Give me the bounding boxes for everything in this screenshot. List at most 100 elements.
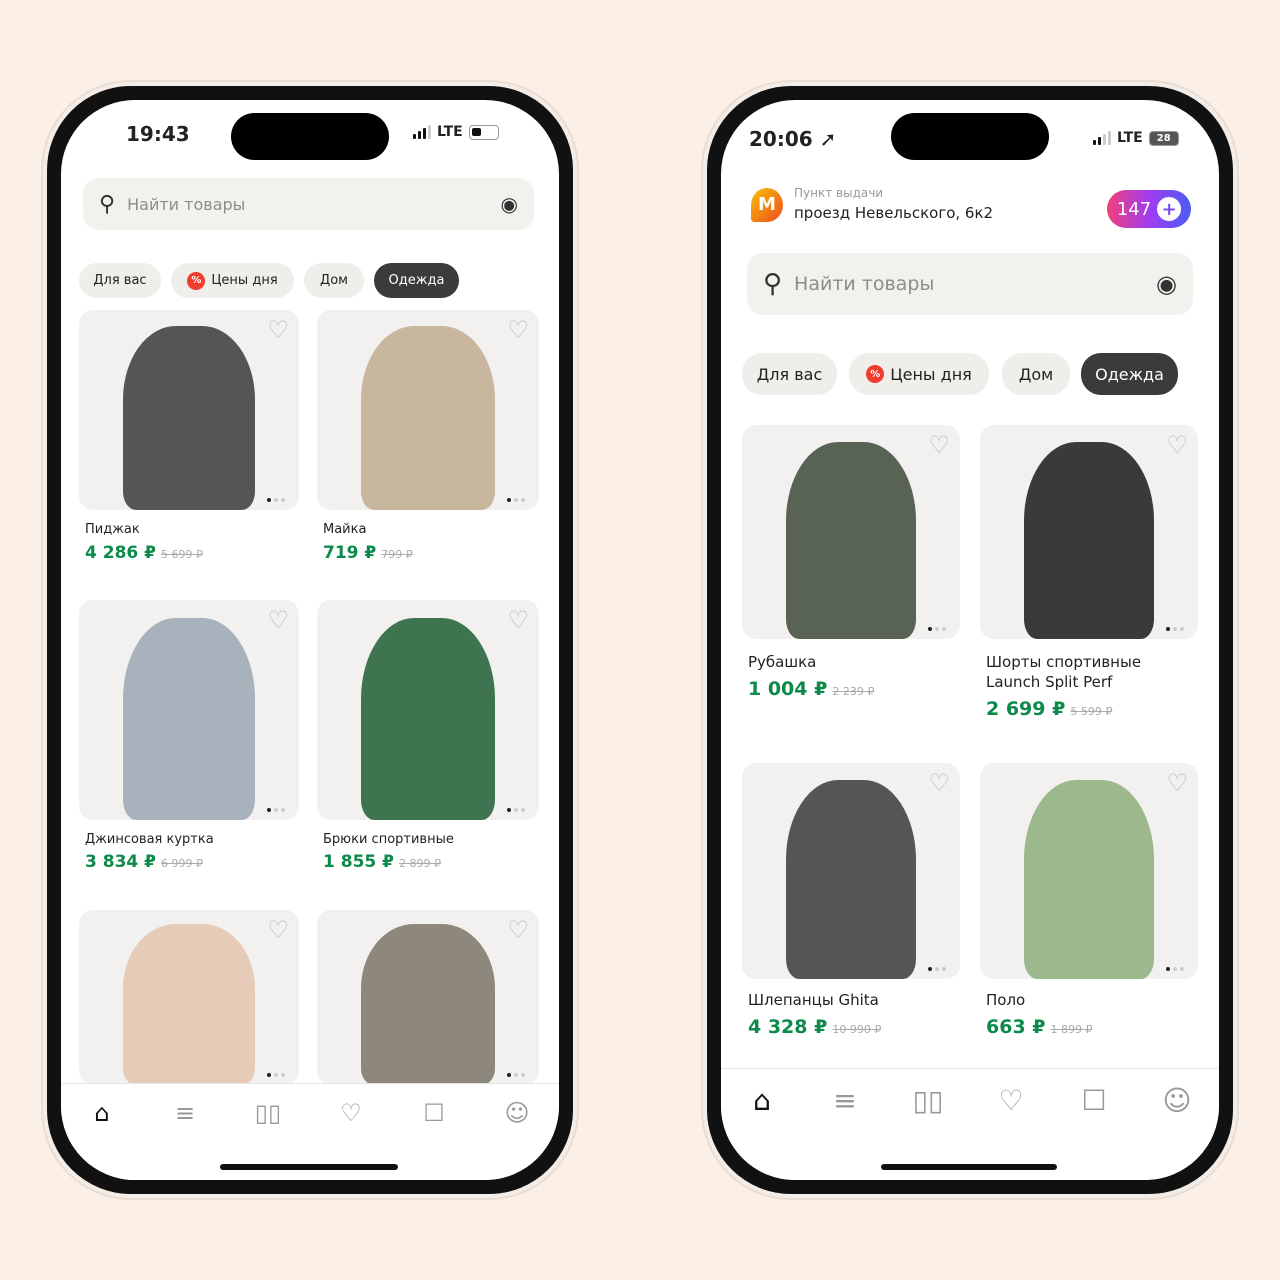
carousel-dots [1166, 627, 1184, 631]
chip-2[interactable]: Дом [1002, 353, 1070, 395]
chip-0[interactable]: Для вас [79, 263, 161, 298]
percent-icon: % [187, 271, 206, 290]
current-price: 4 286 ₽ [85, 543, 156, 563]
product-photo [361, 924, 495, 1085]
carousel-dots [928, 967, 946, 971]
favorite-heart-icon[interactable]: ♡ [1166, 433, 1188, 457]
product-title[interactable]: Шлепанцы Ghita [748, 990, 956, 1010]
tab-profile-icon[interactable]: ☺ [504, 1099, 529, 1127]
product-title[interactable]: Поло [986, 990, 1194, 1010]
market-logo-icon: M [751, 188, 783, 222]
product-image[interactable]: ♡ [980, 425, 1198, 639]
chip-1[interactable]: % Цены дня [849, 353, 989, 395]
battery-icon [468, 124, 499, 140]
current-price: 663 ₽ [986, 1016, 1046, 1038]
chip-3[interactable]: Одежда [374, 263, 459, 298]
product-title[interactable]: Джинсовая куртка [85, 830, 295, 850]
product-image[interactable]: ♡ [79, 910, 299, 1085]
product-photo [361, 617, 495, 820]
search-icon: ⚲ [763, 269, 783, 299]
tab-cart-icon[interactable]: ☐ [423, 1099, 445, 1127]
chip-label: Одежда [1095, 364, 1164, 384]
chip-3[interactable]: Одежда [1081, 353, 1178, 395]
product-title[interactable]: Шорты спортивные Launch Split Perf [986, 652, 1194, 692]
tab-cart-icon[interactable]: ☐ [1081, 1084, 1106, 1117]
points-count: 147 [1116, 198, 1152, 220]
product-image[interactable]: ♡ [317, 310, 539, 510]
product-price: 4 328 ₽ 10 990 ₽ [748, 1016, 881, 1038]
dynamic-island [231, 113, 389, 160]
right-phone-screen: 20:06 ➚ LTE 28 M Пункт выдачи проезд Нев… [721, 100, 1219, 1180]
product-photo [1023, 780, 1155, 979]
product-price: 719 ₽ 799 ₽ [323, 543, 413, 563]
chip-0[interactable]: Для вас [742, 353, 837, 395]
left-phone-screen: 19:43 LTE ⚲ Найти товары ◉ Для вас% Цены … [61, 100, 559, 1180]
chip-2[interactable]: Дом [304, 263, 364, 298]
carousel-dots [267, 1073, 285, 1077]
favorite-heart-icon[interactable]: ♡ [267, 918, 289, 942]
favorite-heart-icon[interactable]: ♡ [507, 318, 529, 342]
product-photo [123, 924, 255, 1085]
product-image[interactable]: ♡ [317, 910, 539, 1085]
favorite-heart-icon[interactable]: ♡ [507, 918, 529, 942]
current-price: 3 834 ₽ [85, 852, 156, 872]
favorite-heart-icon[interactable]: ♡ [267, 608, 289, 632]
percent-icon: % [866, 365, 885, 383]
tab-favorites-heart-icon[interactable]: ♡ [340, 1099, 362, 1127]
product-title[interactable]: Рубашка [748, 652, 956, 672]
product-price: 1 855 ₽ 2 899 ₽ [323, 852, 441, 872]
product-price: 1 004 ₽ 2 239 ₽ [748, 678, 874, 700]
current-price: 719 ₽ [323, 543, 377, 563]
plus-points-badge[interactable]: 147 + [1107, 190, 1191, 228]
camera-search-icon[interactable]: ◉ [1156, 270, 1177, 298]
camera-search-icon[interactable]: ◉ [501, 192, 518, 216]
product-title[interactable]: Пиджак [85, 520, 295, 540]
product-photo [361, 326, 495, 510]
current-price: 1 855 ₽ [323, 852, 394, 872]
product-image[interactable]: ♡ [980, 763, 1198, 979]
chip-label: Одежда [388, 273, 445, 288]
current-price: 4 328 ₽ [748, 1016, 828, 1038]
tab-compare-icon[interactable]: ▯▯ [913, 1084, 944, 1117]
product-image[interactable]: ♡ [317, 600, 539, 820]
old-price: 2 239 ₽ [832, 685, 875, 698]
tab-home-icon[interactable]: ⌂ [94, 1099, 109, 1127]
search-input[interactable]: ⚲ Найти товары ◉ [747, 253, 1193, 315]
pickup-address[interactable]: проезд Невельского, 6к2 [794, 204, 993, 222]
favorite-heart-icon[interactable]: ♡ [507, 608, 529, 632]
network-label: LTE [437, 124, 463, 140]
tab-favorites-heart-icon[interactable]: ♡ [998, 1084, 1023, 1117]
product-image[interactable]: ♡ [742, 763, 960, 979]
product-title[interactable]: Майка [323, 520, 535, 540]
favorite-heart-icon[interactable]: ♡ [928, 433, 950, 457]
signal-icon [413, 125, 431, 139]
product-price: 2 699 ₽ 5 599 ₽ [986, 698, 1112, 720]
search-input[interactable]: ⚲ Найти товары ◉ [83, 178, 534, 230]
signal-icon [1093, 131, 1111, 145]
product-photo [785, 442, 917, 639]
tab-catalog-search-icon[interactable]: ≡ [833, 1084, 856, 1117]
tab-profile-icon[interactable]: ☺ [1162, 1084, 1191, 1117]
product-image[interactable]: ♡ [79, 600, 299, 820]
favorite-heart-icon[interactable]: ♡ [267, 318, 289, 342]
chip-label: Для вас [93, 273, 147, 288]
product-price: 663 ₽ 1 899 ₽ [986, 1016, 1093, 1038]
carousel-dots [507, 1073, 525, 1077]
product-photo [123, 617, 255, 820]
tab-compare-icon[interactable]: ▯▯ [255, 1099, 281, 1127]
product-image[interactable]: ♡ [742, 425, 960, 639]
product-price: 4 286 ₽ 5 699 ₽ [85, 543, 203, 563]
product-image[interactable]: ♡ [79, 310, 299, 510]
status-time: 20:06 ➚ [749, 127, 836, 151]
search-placeholder: Найти товары [794, 273, 935, 295]
chip-1[interactable]: % Цены дня [171, 263, 294, 298]
product-title[interactable]: Брюки спортивные [323, 830, 535, 850]
tab-home-icon[interactable]: ⌂ [753, 1084, 771, 1117]
tab-catalog-search-icon[interactable]: ≡ [175, 1099, 195, 1127]
product-photo [1023, 442, 1155, 639]
favorite-heart-icon[interactable]: ♡ [928, 771, 950, 795]
status-time-text: 20:06 [749, 127, 813, 151]
favorite-heart-icon[interactable]: ♡ [1166, 771, 1188, 795]
chip-label: Цены дня [890, 364, 972, 384]
product-price: 3 834 ₽ 6 999 ₽ [85, 852, 203, 872]
